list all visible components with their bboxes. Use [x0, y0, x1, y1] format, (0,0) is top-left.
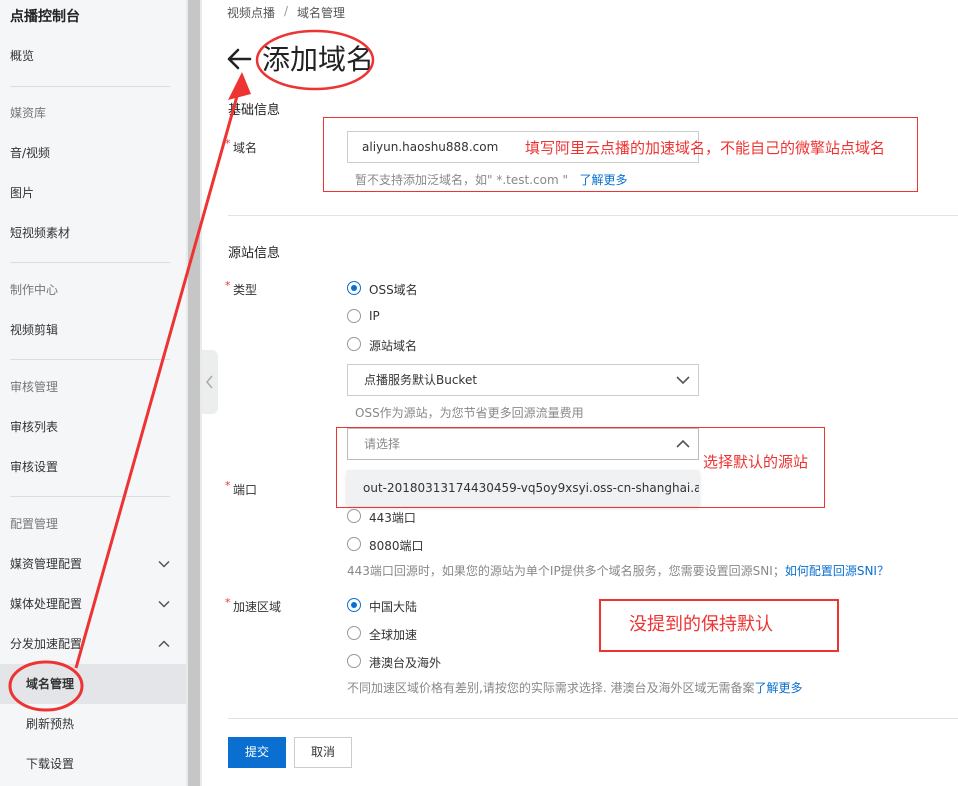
radio-label-oss-domain: OSS域名 — [369, 283, 418, 297]
sidebar-item-review-list[interactable]: 审核列表 — [10, 417, 58, 437]
radio-ip[interactable] — [347, 309, 361, 323]
radio-port-8080[interactable] — [347, 537, 361, 551]
page-title: 添加域名 — [262, 43, 375, 76]
radio-label-ip: IP — [369, 309, 380, 323]
back-arrow-icon[interactable] — [226, 48, 252, 70]
sidebar-divider — [10, 262, 170, 263]
sidebar-item-distribution-config[interactable]: 分发加速配置 — [10, 634, 82, 654]
acceleration-learn-more-link[interactable]: 了解更多 — [754, 681, 802, 695]
section-divider — [228, 215, 958, 216]
sidebar-item-download-settings[interactable]: 下载设置 — [26, 754, 74, 774]
sidebar-item-review-settings[interactable]: 审核设置 — [10, 457, 58, 477]
sni-config-link[interactable]: 如何配置回源SNI？ — [785, 564, 889, 578]
chevron-down-icon — [676, 376, 690, 385]
chevron-down-icon[interactable] — [158, 598, 170, 610]
sidebar-scrollbar-thumb[interactable] — [188, 0, 200, 786]
annotation-arrow-head — [228, 72, 251, 100]
origin-type-label: 类型 — [233, 283, 258, 297]
radio-mainland-china[interactable] — [347, 598, 361, 612]
annotation-domain-note: 填写阿里云点播的加速域名，不能自己的微擎站点域名 — [525, 139, 886, 157]
acceleration-region-label: 加速区域 — [233, 600, 282, 614]
sidebar-group-production: 制作中心 — [10, 283, 59, 297]
chevron-up-icon[interactable] — [158, 638, 170, 650]
radio-hk-macao-taiwan-overseas[interactable] — [347, 654, 361, 668]
breadcrumb-root[interactable]: 视频点播 — [227, 4, 275, 21]
sidebar-item-media-config[interactable]: 媒资管理配置 — [10, 554, 82, 574]
sidebar: 点播控制台 概览 媒资库 音/视频 图片 短视频素材 制作中心 视频剪辑 审核管… — [0, 0, 186, 786]
radio-label-mainland-china: 中国大陆 — [369, 600, 418, 614]
sidebar-divider — [10, 86, 170, 87]
annotation-default-note: 没提到的保持默认 — [629, 614, 773, 635]
radio-label-origin-domain: 源站域名 — [369, 339, 418, 353]
submit-button[interactable]: 提交 — [228, 737, 286, 768]
sidebar-collapse-button[interactable] — [202, 350, 218, 414]
sidebar-item-domain-management[interactable]: 域名管理 — [26, 674, 74, 694]
bucket-select-value: 点播服务默认Bucket — [364, 373, 478, 387]
port-label: 端口 — [233, 483, 258, 497]
required-mark: * — [225, 279, 231, 292]
radio-origin-domain[interactable] — [347, 337, 361, 351]
required-mark: * — [225, 137, 231, 150]
console-title: 点播控制台 — [10, 9, 80, 25]
sidebar-group-review: 审核管理 — [10, 380, 59, 394]
sidebar-item-audio-video[interactable]: 音/视频 — [10, 143, 50, 163]
sidebar-item-images[interactable]: 图片 — [10, 183, 34, 203]
basic-info-section-title: 基础信息 — [228, 103, 281, 118]
chevron-down-icon[interactable] — [158, 558, 170, 570]
section-divider — [228, 718, 958, 719]
sidebar-item-refresh-preload[interactable]: 刷新预热 — [26, 714, 74, 734]
radio-global[interactable] — [347, 626, 361, 640]
breadcrumb-separator: / — [284, 4, 289, 18]
sidebar-item-processing-config[interactable]: 媒体处理配置 — [10, 594, 82, 614]
required-mark: * — [225, 596, 231, 609]
sidebar-item-short-video[interactable]: 短视频素材 — [10, 223, 70, 243]
radio-label-hk-macao-taiwan-overseas: 港澳台及海外 — [369, 656, 442, 670]
sidebar-group-media: 媒资库 — [10, 106, 47, 120]
origin-info-section-title: 源站信息 — [228, 246, 281, 261]
domain-label: 域名 — [233, 141, 258, 155]
sidebar-item-overview[interactable]: 概览 — [10, 46, 34, 66]
port-hint-text: 443端口回源时，如果您的源站为单个IP提供多个域名服务，您需要设置回源SNI； — [347, 564, 785, 578]
sidebar-group-config: 配置管理 — [10, 517, 59, 531]
radio-port-443[interactable] — [347, 509, 361, 523]
breadcrumb-current: 域名管理 — [297, 6, 346, 20]
sidebar-divider — [10, 359, 170, 360]
radio-label-global: 全球加速 — [369, 628, 418, 642]
acceleration-hint: 不同加速区域价格有差别,请按您的实际需求选择. 港澳台及海外区域无需备案了解更多 — [347, 679, 802, 696]
acceleration-hint-text: 不同加速区域价格有差别,请按您的实际需求选择. 港澳台及海外区域无需备案 — [347, 681, 755, 695]
radio-label-port-8080: 8080端口 — [369, 539, 424, 553]
sidebar-divider — [10, 496, 170, 497]
required-mark: * — [225, 479, 231, 492]
annotation-origin-note: 选择默认的源站 — [703, 453, 809, 471]
radio-oss-domain[interactable] — [347, 281, 361, 295]
port-hint: 443端口回源时，如果您的源站为单个IP提供多个域名服务，您需要设置回源SNI；… — [347, 562, 889, 579]
radio-label-port-443: 443端口 — [369, 511, 416, 525]
sidebar-item-video-edit[interactable]: 视频剪辑 — [10, 320, 58, 340]
cancel-button[interactable]: 取消 — [294, 737, 352, 768]
bucket-select[interactable]: 点播服务默认Bucket — [347, 364, 699, 396]
bucket-hint: OSS作为源站，为您节省更多回源流量费用 — [355, 406, 584, 420]
chevron-left-icon — [206, 375, 213, 389]
